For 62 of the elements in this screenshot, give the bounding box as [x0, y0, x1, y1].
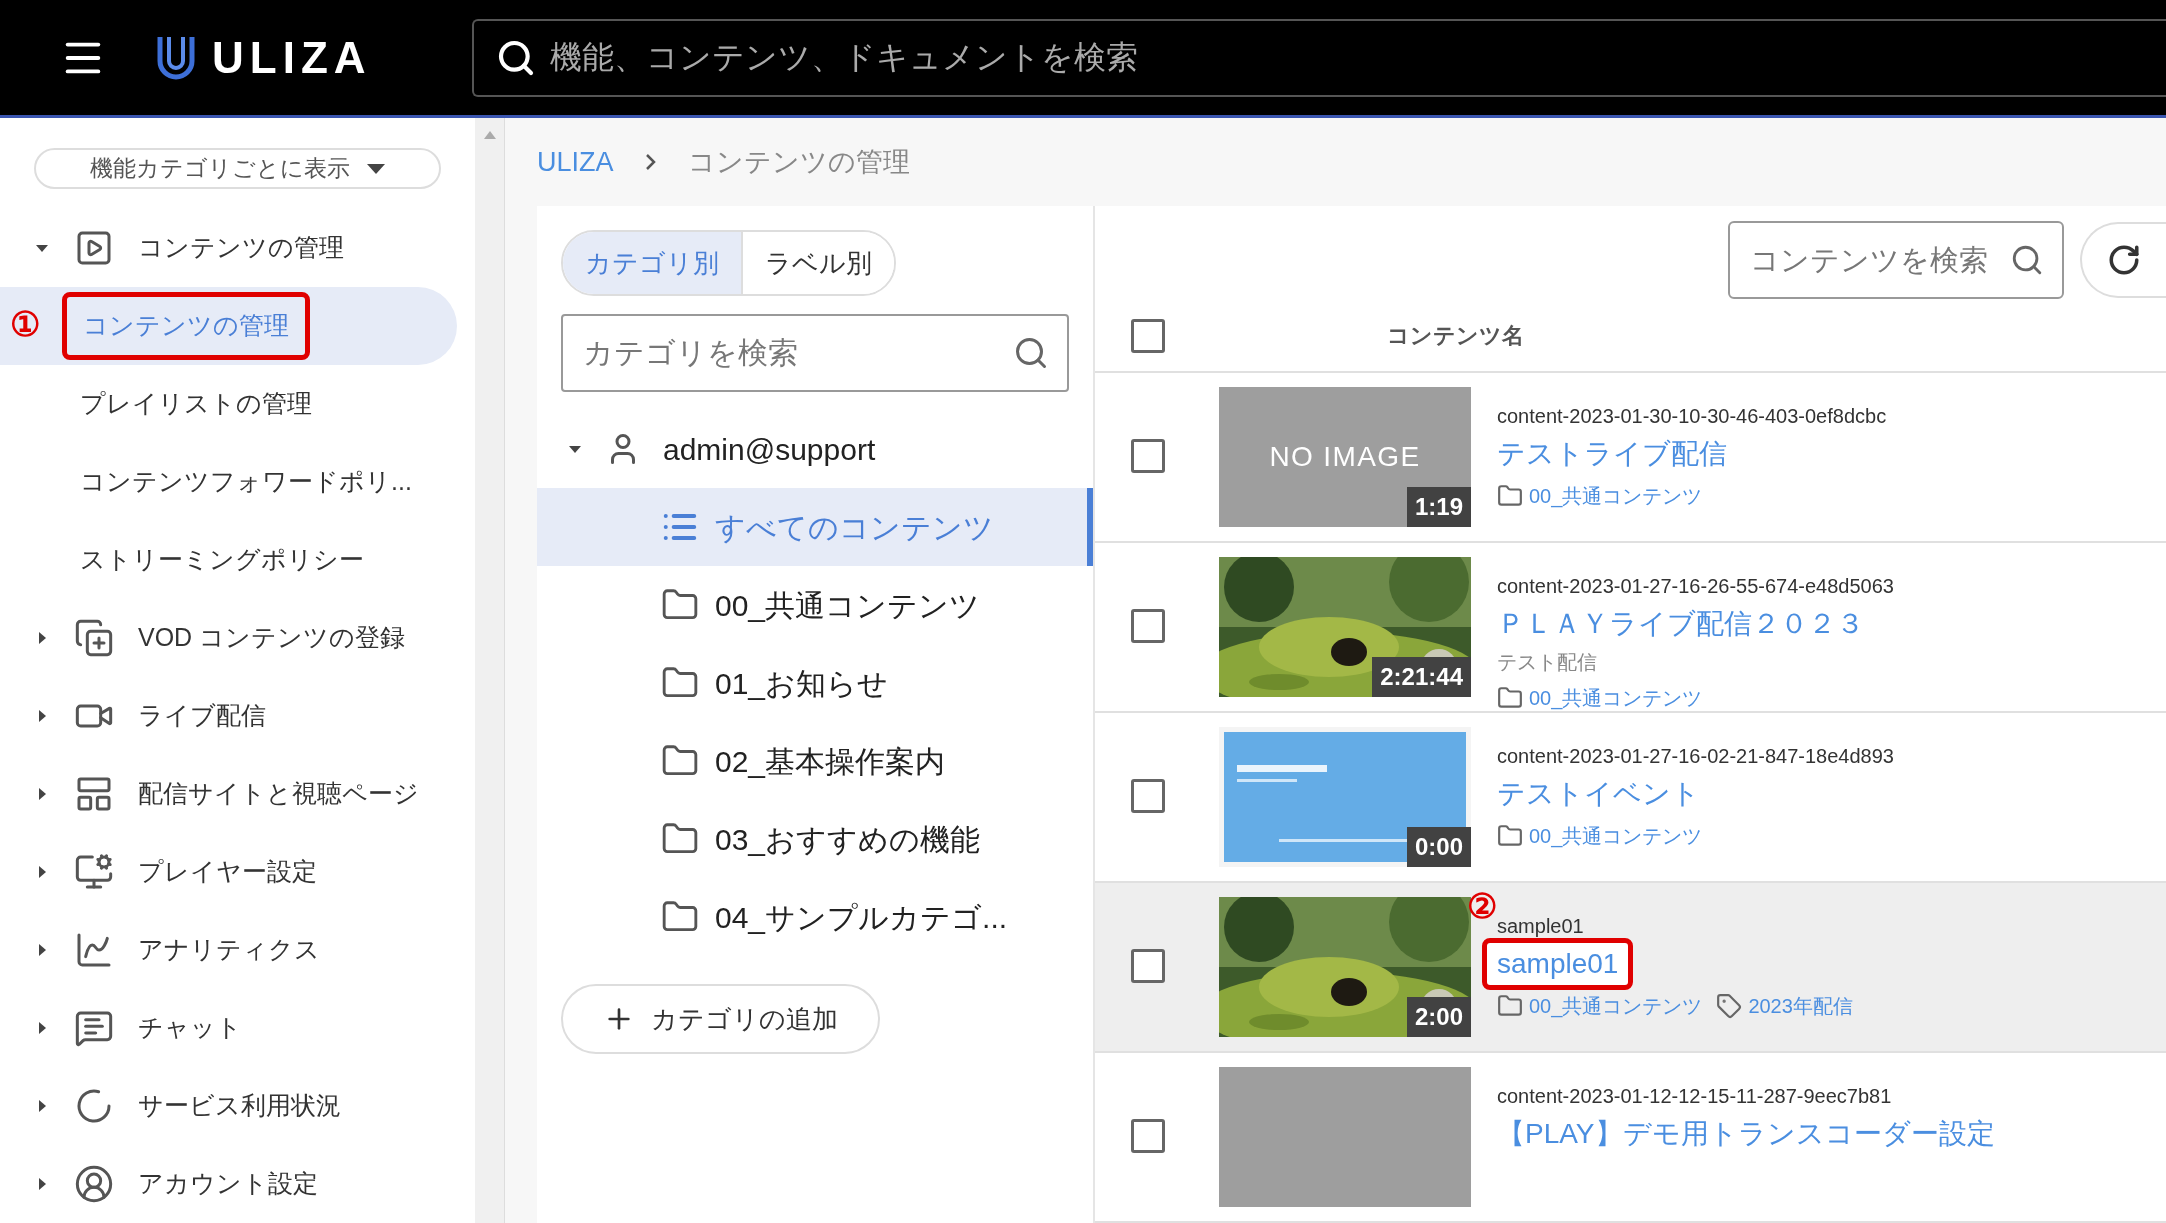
column-header: コンテンツ名 — [1387, 322, 1524, 351]
content-id: content-2023-01-27-16-02-21-847-18e4d893 — [1497, 744, 1894, 769]
content-id: sample01 — [1497, 914, 1585, 939]
view-select[interactable]: 機能カテゴリごとに表示 — [34, 148, 441, 189]
video-thumbnail[interactable]: 2:21:44 — [1219, 557, 1471, 697]
video-thumbnail[interactable] — [1219, 1067, 1471, 1207]
nav-category[interactable]: コンテンツの管理 — [138, 229, 344, 267]
folder-icon — [1497, 823, 1523, 849]
duration-badge: 2:00 — [1406, 997, 1471, 1037]
nav-category[interactable]: アカウント設定 — [138, 1165, 318, 1203]
tag-icon — [1716, 993, 1743, 1019]
category-item[interactable]: 00_共通コンテンツ — [537, 566, 1093, 644]
duration-badge: 0:00 — [1406, 827, 1471, 867]
refresh-button[interactable] — [2080, 222, 2166, 299]
account-node[interactable]: admin@support — [663, 426, 876, 472]
nav-category[interactable]: プレイヤー設定 — [138, 853, 317, 891]
nav-category[interactable]: サービス利用状況 — [138, 1087, 341, 1125]
content-search-field[interactable]: コンテンツを検索 — [1728, 221, 2064, 300]
nav-category[interactable]: VOD コンテンツの登録 — [138, 619, 406, 657]
user-circle-icon — [74, 1164, 114, 1204]
checkbox[interactable] — [1131, 439, 1165, 473]
checkbox[interactable] — [1131, 609, 1165, 643]
logo-icon[interactable] — [156, 34, 196, 81]
folder-icon — [1497, 685, 1523, 711]
category-search-field[interactable]: カテゴリを検索 — [561, 314, 1069, 392]
dropdown-caret-icon — [365, 161, 386, 176]
category-item[interactable]: 01_お知らせ — [537, 644, 1093, 722]
logo-text[interactable]: ULIZA — [212, 24, 372, 91]
nav-item[interactable]: プレイリストの管理 — [0, 365, 457, 443]
add-category-button[interactable]: カテゴリの追加 — [561, 984, 880, 1054]
nav-category[interactable]: 配信サイトと視聴ページ — [138, 775, 419, 813]
content-description: テスト配信 — [1497, 650, 1598, 675]
view-tab[interactable]: ラベル別 — [741, 232, 894, 294]
chevron-right-icon — [643, 152, 658, 172]
nav-item[interactable]: コンテンツフォワードポリ... — [0, 443, 457, 521]
breadcrumb-current: コンテンツの管理 — [687, 145, 910, 179]
duration-badge: 2:21:44 — [1372, 657, 1471, 697]
annotation-number: ① — [10, 307, 40, 341]
player-gear-icon — [74, 852, 114, 892]
duration-badge: 1:19 — [1406, 487, 1471, 527]
nav-category[interactable]: アナリティクス — [138, 931, 320, 969]
video-thumbnail[interactable]: NO IMAGE 1:19 — [1219, 387, 1471, 527]
checkbox[interactable] — [1131, 1119, 1165, 1153]
folder-icon — [1497, 483, 1523, 509]
nav-item[interactable]: ストリーミングポリシー — [0, 521, 457, 599]
global-search-field[interactable]: 機能、コンテンツ、ドキュメントを検索 — [471, 18, 2166, 97]
add-stack-icon — [74, 618, 114, 658]
nav-item[interactable]: ① コンテンツの管理 — [0, 287, 457, 365]
content-id: content-2023-01-30-10-30-46-403-0ef8dcbc — [1497, 404, 1887, 429]
checkbox[interactable] — [1131, 779, 1165, 813]
checkbox[interactable] — [1131, 949, 1165, 983]
category-item[interactable]: 04_サンプルカテゴ... — [537, 878, 1093, 956]
checkbox[interactable] — [1131, 318, 1165, 353]
content-id: content-2023-01-12-12-15-11-287-9eec7b81 — [1497, 1084, 1893, 1109]
folder-icon — [1497, 993, 1523, 1019]
category-item[interactable]: 02_基本操作案内 — [537, 722, 1093, 800]
nav-category[interactable]: ライブ配信 — [138, 697, 266, 735]
content-id: content-2023-01-27-16-26-55-674-e48d5063 — [1497, 574, 1894, 599]
no-image-text: NO IMAGE — [1269, 440, 1421, 474]
category-item[interactable]: 03_おすすめの機能 — [537, 800, 1093, 878]
video-thumbnail[interactable]: 0:00 — [1219, 727, 1471, 867]
nav-category[interactable]: チャット — [138, 1009, 242, 1047]
